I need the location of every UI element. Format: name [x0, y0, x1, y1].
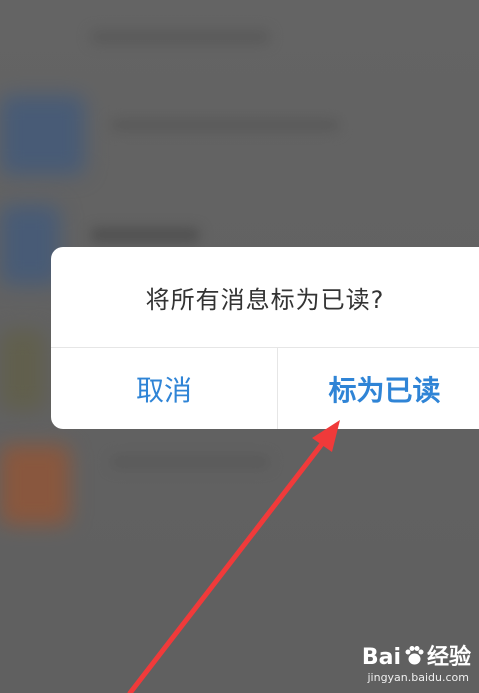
watermark-logo-suffix: 经验: [426, 645, 471, 670]
watermark-url: jingyan.baidu.com: [367, 671, 469, 684]
watermark-logo: Bai 经验: [362, 639, 471, 671]
watermark-logo-text: Bai: [361, 645, 401, 670]
red-pointer-arrow-icon: [127, 420, 340, 693]
baidu-paw-icon: [405, 646, 424, 665]
baidu-jingyan-watermark: Bai 经验 jingyan.baidu.com: [341, 639, 471, 687]
